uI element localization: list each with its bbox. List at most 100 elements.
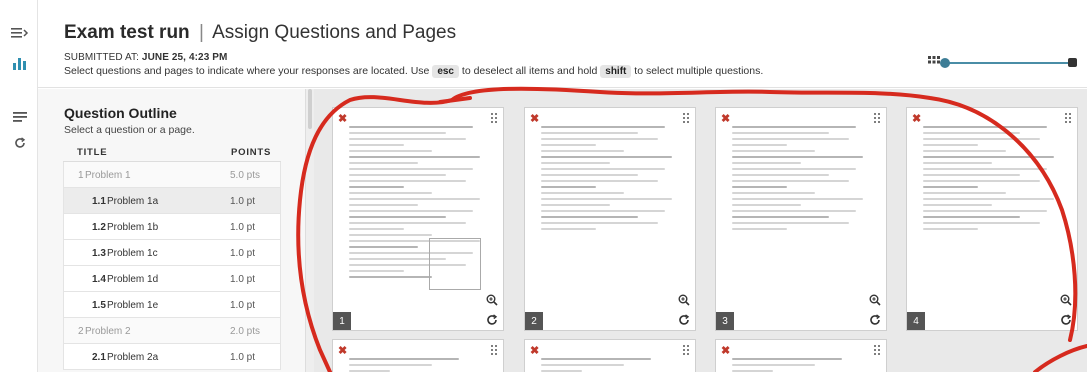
question-name: Problem 1e <box>107 300 159 311</box>
question-number: 1.2 <box>92 222 106 233</box>
page-card[interactable]: ✖ 2 <box>524 107 696 331</box>
zoom-handle[interactable] <box>940 58 950 68</box>
page-grid: ✖ 1 ✖ 2 ✖ 3 ✖ 4 ✖ ✖ ✖ <box>314 89 1087 372</box>
question-number: 1.1 <box>92 196 106 207</box>
left-rail <box>0 0 38 372</box>
submitted-label: Submitted at: <box>64 52 140 63</box>
drag-handle-icon[interactable] <box>873 112 881 124</box>
drag-handle-icon[interactable] <box>682 112 690 124</box>
page-card[interactable]: ✖ <box>715 339 887 372</box>
page-number-badge: 4 <box>907 312 925 330</box>
question-points: 1.0 pt <box>230 300 256 311</box>
instructions-text-3: to select multiple questions. <box>634 65 764 77</box>
rotate-icon[interactable] <box>869 314 881 326</box>
refresh-icon[interactable] <box>9 134 31 152</box>
page-card[interactable]: ✖ 3 <box>715 107 887 331</box>
question-name: Problem 2 <box>85 326 131 337</box>
shift-key-badge: shift <box>600 65 632 78</box>
question-name: Problem 1d <box>107 274 159 285</box>
column-header-title: TITLE <box>77 147 108 158</box>
delete-page-icon[interactable]: ✖ <box>912 112 921 125</box>
page-number-badge: 3 <box>716 312 734 330</box>
question-points: 1.0 pt <box>230 248 256 259</box>
question-name: Problem 1c <box>107 248 158 259</box>
delete-page-icon[interactable]: ✖ <box>721 112 730 125</box>
question-row[interactable]: 1.2 Problem 1b 1.0 pt <box>63 214 281 240</box>
question-row[interactable]: 1.1 Problem 1a 1.0 pt <box>63 188 281 214</box>
question-row[interactable]: 1.3 Problem 1c 1.0 pt <box>63 240 281 266</box>
panel-resize-handle[interactable] <box>306 89 314 372</box>
question-number: 1.5 <box>92 300 106 311</box>
resize-grip[interactable] <box>308 89 312 129</box>
drag-handle-icon[interactable] <box>1064 112 1072 124</box>
question-points: 1.0 pt <box>230 274 256 285</box>
page-card[interactable]: ✖ 4 <box>906 107 1078 331</box>
outline-hint: Select a question or a page. <box>64 124 195 136</box>
page-thumbnail <box>732 358 870 372</box>
rotate-icon[interactable] <box>486 314 498 326</box>
page-thumbnail <box>349 358 487 372</box>
drag-handle-icon[interactable] <box>490 112 498 124</box>
submitted-info: Submitted at: JUNE 25, 4:23 PM <box>64 52 227 63</box>
zoom-track[interactable] <box>944 62 1074 64</box>
page-card[interactable]: ✖ 1 <box>332 107 504 331</box>
question-name: Problem 2a <box>107 352 159 363</box>
question-points: 2.0 pts <box>230 326 261 337</box>
question-row[interactable]: 1.4 Problem 1d 1.0 pt <box>63 266 281 292</box>
question-points: 1.0 pt <box>230 196 256 207</box>
drag-handle-icon[interactable] <box>490 344 498 356</box>
outline-title: Question Outline <box>64 105 177 121</box>
question-number: 2.1 <box>92 352 106 363</box>
instructions-text-1: Select questions and pages to indicate w… <box>64 65 430 77</box>
question-number: 1.3 <box>92 248 106 259</box>
question-name: Problem 1 <box>85 170 131 181</box>
menu-toggle-icon[interactable] <box>9 24 31 42</box>
grid-icon <box>928 56 940 64</box>
delete-page-icon[interactable]: ✖ <box>530 344 539 357</box>
question-group-row[interactable]: 1 Problem 1 5.0 pts <box>63 162 281 188</box>
question-points: 1.0 pt <box>230 222 256 233</box>
exam-name: Exam test run <box>64 22 190 43</box>
drag-handle-icon[interactable] <box>873 344 881 356</box>
question-outline-panel: Question Outline Select a question or a … <box>38 89 306 372</box>
zoom-in-icon[interactable] <box>869 294 881 306</box>
question-row[interactable]: 2.1 Problem 2a 1.0 pt <box>63 344 281 370</box>
list-icon[interactable] <box>9 108 31 126</box>
page-card[interactable]: ✖ <box>332 339 504 372</box>
instructions: Select questions and pages to indicate w… <box>64 65 763 78</box>
title-separator: | <box>198 22 204 43</box>
question-number: 2 <box>78 326 84 337</box>
score-table <box>429 238 481 290</box>
zoom-slider[interactable] <box>928 56 1078 70</box>
zoom-max-icon[interactable] <box>1068 58 1077 67</box>
zoom-in-icon[interactable] <box>486 294 498 306</box>
question-row[interactable]: 1.5 Problem 1e 1.0 pt <box>63 292 281 318</box>
question-group-row[interactable]: 2 Problem 2 2.0 pts <box>63 318 281 344</box>
page-number-badge: 2 <box>525 312 543 330</box>
esc-key-badge: esc <box>432 65 459 78</box>
bar-chart-icon[interactable] <box>9 54 31 72</box>
page-subtitle: Assign Questions and Pages <box>212 22 457 43</box>
question-number: 1 <box>78 170 84 181</box>
submitted-value: JUNE 25, 4:23 PM <box>141 52 228 63</box>
page-thumbnail <box>732 126 870 234</box>
delete-page-icon[interactable]: ✖ <box>338 344 347 357</box>
rotate-icon[interactable] <box>1060 314 1072 326</box>
page-thumbnail <box>541 358 679 372</box>
instructions-text-2: to deselect all items and hold <box>461 65 598 77</box>
zoom-in-icon[interactable] <box>1060 294 1072 306</box>
delete-page-icon[interactable]: ✖ <box>338 112 347 125</box>
drag-handle-icon[interactable] <box>682 344 690 356</box>
question-points: 5.0 pts <box>230 170 261 181</box>
zoom-in-icon[interactable] <box>678 294 690 306</box>
delete-page-icon[interactable]: ✖ <box>721 344 730 357</box>
question-points: 1.0 pt <box>230 352 256 363</box>
page-card[interactable]: ✖ <box>524 339 696 372</box>
question-name: Problem 1b <box>107 222 159 233</box>
rotate-icon[interactable] <box>678 314 690 326</box>
page-title: Exam test run | Assign Questions and Pag… <box>64 22 456 44</box>
page-thumbnail <box>541 126 679 234</box>
delete-page-icon[interactable]: ✖ <box>530 112 539 125</box>
question-list: 1 Problem 1 5.0 pts 1.1 Problem 1a 1.0 pt 1.2 P… <box>63 161 281 370</box>
question-number: 1.4 <box>92 274 106 285</box>
